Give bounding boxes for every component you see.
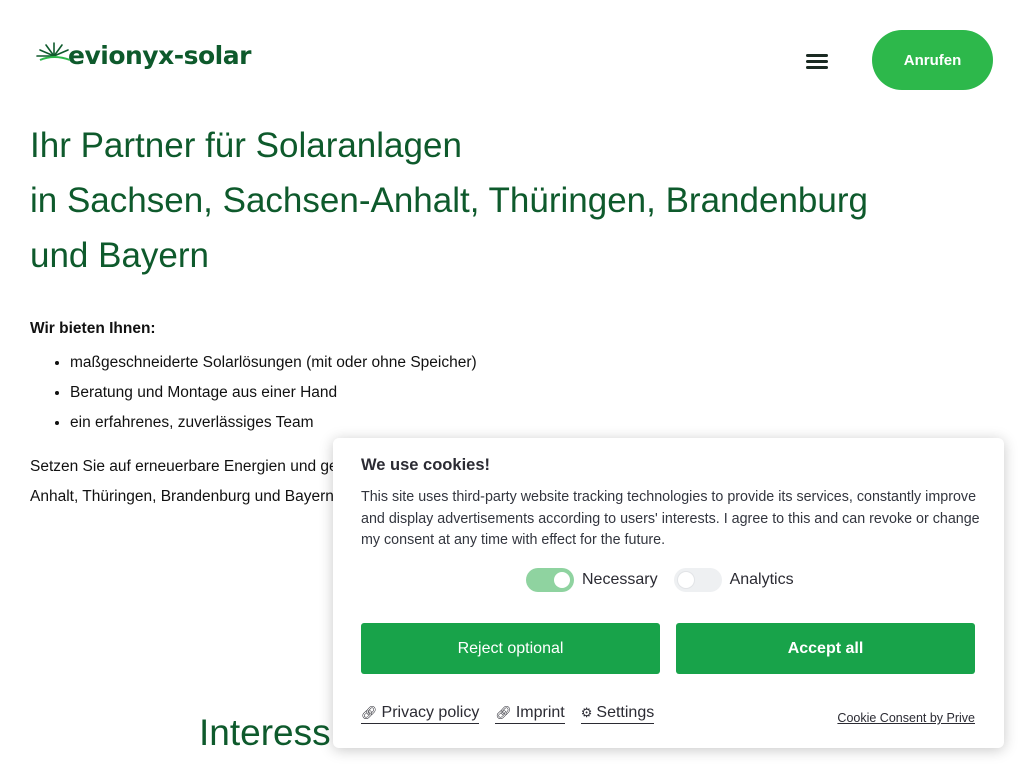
hero-title-line-2: in Sachsen, Sachsen-Anhalt, Thüringen, B… [30, 181, 868, 220]
cookie-text: This site uses third-party website track… [361, 489, 980, 548]
link-icon: 🔗︎ [361, 705, 378, 720]
sun-icon [36, 42, 71, 61]
list-item: maßgeschneiderte Solarlösungen (mit oder… [70, 348, 730, 378]
list-item: Beratung und Montage aus einer Hand [70, 378, 730, 408]
hero-title: Ihr Partner für Solaranlagen in Sachsen,… [30, 118, 930, 283]
logo-text: evionyx-solar [68, 40, 251, 70]
gear-icon: ⚙ [580, 705, 593, 720]
cookie-consent-by-prive-link[interactable]: Cookie Consent by Prive [837, 711, 975, 725]
cookie-title: We use cookies! [361, 456, 490, 474]
cookie-consent-dialog: We use cookies! This site uses third-par… [333, 438, 1004, 748]
list-item: ein erfahrenes, zuverlässiges Team [70, 408, 730, 438]
hero-title-line-1: Ihr Partner für Solaranlagen [30, 126, 462, 165]
intro-paragraph: Setzen Sie auf erneuerbare Energien und … [30, 452, 360, 512]
privacy-policy-label: Privacy policy [381, 704, 480, 721]
hero-title-line-3: und Bayern [30, 236, 210, 275]
hamburger-menu-icon[interactable] [806, 48, 832, 74]
site-header: evionyx-solar Anrufen [0, 0, 1024, 120]
necessary-toggle-group: Necessary [526, 568, 658, 592]
consent-toggles: Necessary Analytics [526, 568, 810, 592]
imprint-label: Imprint [515, 704, 565, 721]
analytics-label: Analytics [729, 571, 794, 588]
necessary-label: Necessary [582, 571, 658, 588]
offer-section: Wir bieten Ihnen: maßgeschneiderte Solar… [30, 318, 730, 438]
analytics-toggle-group: Analytics [673, 568, 794, 592]
call-button[interactable]: Anrufen [872, 30, 993, 90]
settings-link[interactable]: ⚙ Settings [580, 704, 655, 724]
logo[interactable]: evionyx-solar [34, 40, 251, 70]
cookie-links: 🔗︎ Privacy policy 🔗︎ Imprint ⚙ Settings [361, 704, 670, 724]
link-icon: 🔗︎ [495, 705, 512, 720]
settings-label: Settings [596, 704, 655, 721]
offer-heading: Wir bieten Ihnen: [30, 320, 156, 337]
paragraph-line-2: Anhalt, Thüringen, Brandenburg und Bayer… [30, 488, 334, 505]
accept-all-button[interactable]: Accept all [676, 623, 975, 674]
privacy-policy-link[interactable]: 🔗︎ Privacy policy [361, 704, 480, 724]
necessary-toggle[interactable] [526, 568, 574, 592]
imprint-link[interactable]: 🔗︎ Imprint [495, 704, 565, 724]
paragraph-line-1: Setzen Sie auf erneuerbare Energien und … [30, 458, 338, 475]
analytics-toggle[interactable] [673, 568, 722, 592]
reject-optional-button[interactable]: Reject optional [361, 623, 660, 674]
offer-list: maßgeschneiderte Solarlösungen (mit oder… [70, 348, 730, 438]
interest-heading: Interess [199, 712, 331, 753]
